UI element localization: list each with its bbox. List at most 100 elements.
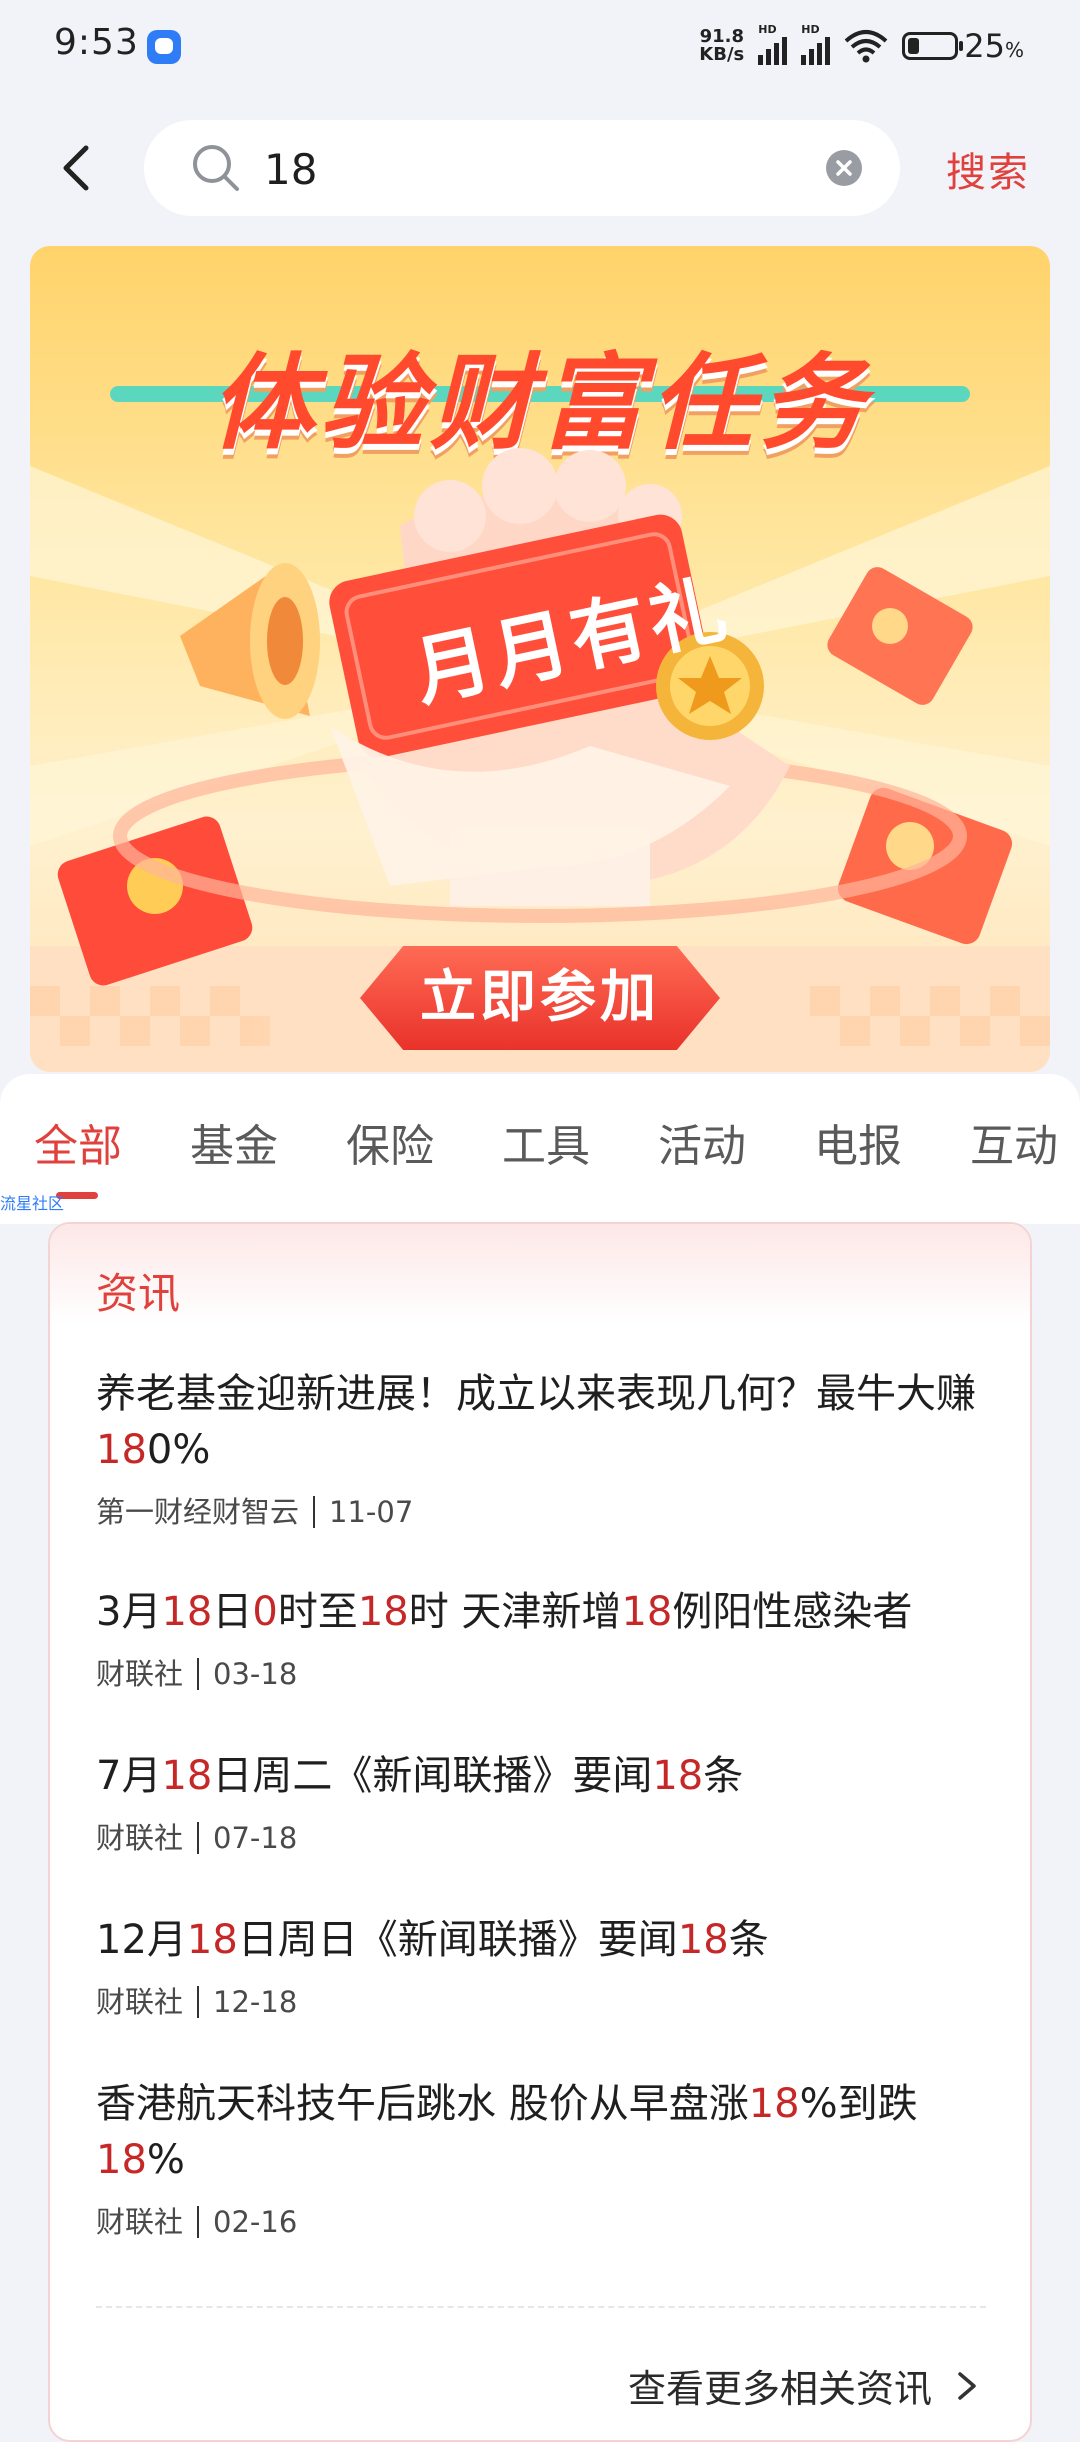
red-envelope-icon	[827, 567, 973, 705]
news-date: 12-18	[213, 1985, 298, 2019]
tab-tools[interactable]: 工具	[502, 1110, 590, 1174]
battery-icon	[902, 32, 964, 60]
news-headline: 香港航天科技午后跳水 股价从早盘涨18%到跌18%	[96, 2076, 996, 2188]
headline-text: %	[146, 2137, 185, 2183]
back-button[interactable]	[50, 140, 106, 196]
news-meta: 财联社 12-18	[96, 1982, 996, 2022]
keyword-highlight: 18	[186, 1917, 238, 1963]
clear-icon[interactable]	[826, 150, 862, 186]
network-speed-unit: KB/s	[699, 44, 745, 65]
tab-list: 全部 基金 保险 工具 活动 电报 互动	[0, 1110, 1080, 1180]
news-headline: 3月18日0时至18时 天津新增18例阳性感染者	[96, 1584, 996, 1640]
headline-text: 条	[703, 1753, 744, 1799]
signal-hd-label: HD	[758, 23, 777, 36]
chevron-left-icon	[63, 145, 89, 191]
signal-hd-label: HD	[801, 23, 820, 36]
tab-telegraph[interactable]: 电报	[814, 1110, 902, 1174]
meta-separator	[313, 1496, 316, 1528]
battery-level-fill	[908, 38, 920, 54]
wifi-icon	[844, 30, 888, 63]
watermark-text: 流星社区	[0, 1194, 65, 1213]
tab-activities[interactable]: 活动	[658, 1110, 746, 1174]
news-item[interactable]: 香港航天科技午后跳水 股价从早盘涨18%到跌18% 财联社 02-16	[96, 2076, 996, 2242]
news-item[interactable]: 3月18日0时至18时 天津新增18例阳性感染者 财联社 03-18	[96, 1584, 996, 1694]
news-meta: 财联社 03-18	[96, 1654, 996, 1694]
news-source: 财联社	[96, 1821, 184, 1855]
meta-separator	[197, 1658, 200, 1690]
signal-strength-icon: HD	[758, 23, 788, 65]
news-item[interactable]: 养老基金迎新进展！成立以来表现几何？最牛大赚 180% 第一财经财智云 11-07	[96, 1366, 996, 1532]
keyword-highlight: 18	[96, 1427, 147, 1473]
signal-strength-icon: HD	[801, 23, 831, 65]
news-headline: 7月18日周二《新闻联播》要闻18条	[96, 1748, 996, 1804]
news-source: 财联社	[96, 2205, 184, 2239]
news-date: 07-18	[213, 1821, 298, 1855]
news-section-card: 资讯 养老基金迎新进展！成立以来表现几何？最牛大赚180% 第一财经财智云 11…	[48, 1222, 1032, 2442]
keyword-highlight: 18	[161, 1753, 213, 1799]
search-icon	[193, 145, 239, 191]
headline-text: 12月	[96, 1917, 187, 1963]
news-date: 02-16	[213, 2205, 298, 2239]
headline-text: 时至	[277, 1589, 358, 1635]
headline-text: 日周日《新闻联播》要闻	[237, 1917, 678, 1963]
tab-all[interactable]: 全部	[34, 1110, 122, 1174]
meta-separator	[197, 1822, 200, 1854]
keyword-highlight: 18	[621, 1589, 673, 1635]
headline-text: 日周二《新闻联播》要闻	[212, 1753, 653, 1799]
battery-percent: 25%	[964, 27, 1024, 65]
megaphone-icon	[180, 563, 320, 719]
tab-insurance[interactable]: 保险	[346, 1110, 434, 1174]
meta-separator	[197, 2206, 200, 2238]
search-button[interactable]: 搜索	[946, 140, 1030, 198]
headline-text: 0%	[146, 1427, 211, 1473]
more-news-label: 查看更多相关资讯	[627, 2367, 932, 2411]
headline-text: %到跌	[799, 2081, 918, 2127]
tab-funds[interactable]: 基金	[190, 1110, 278, 1174]
news-card-header	[50, 1224, 1030, 1324]
search-box[interactable]	[144, 120, 900, 216]
keyword-highlight: 18	[677, 1917, 729, 1963]
red-envelope-icon	[57, 816, 253, 986]
promo-banner[interactable]: 体验财富任务 月月有礼 立即参加	[30, 246, 1050, 1072]
keyword-highlight: 18	[357, 1589, 409, 1635]
headline-text: 时 天津新增	[408, 1589, 622, 1635]
keyword-highlight: 18	[652, 1753, 704, 1799]
news-headline: 12月18日周日《新闻联播》要闻18条	[96, 1912, 996, 1968]
headline-text: 香港航天科技午后跳水 股价从早盘涨	[96, 2081, 749, 2127]
network-speed: 91.8 KB/s	[699, 28, 744, 64]
keyword-highlight: 18	[748, 2081, 800, 2127]
headline-text: 日	[212, 1589, 253, 1635]
news-date: 03-18	[213, 1657, 298, 1691]
meta-separator	[197, 1986, 200, 2018]
search-header: 搜索	[0, 118, 1080, 218]
headline-text: 养老基金迎新进展！成立以来表现几何？最牛大赚	[96, 1371, 976, 1417]
news-section-title: 资讯	[96, 1269, 181, 1318]
battery-indicator: 25%	[902, 27, 1024, 65]
news-item[interactable]: 7月18日周二《新闻联播》要闻18条 财联社 07-18	[96, 1748, 996, 1858]
status-bar: 9:53 91.8 KB/s HD HD 25%	[0, 0, 1080, 92]
headline-text: 例阳性感染者	[672, 1589, 913, 1635]
card-divider	[96, 2306, 986, 2308]
search-input[interactable]	[262, 134, 826, 204]
join-now-button[interactable]: 立即参加	[360, 946, 720, 1050]
headline-text: 3月	[96, 1589, 162, 1635]
message-notification-icon	[147, 30, 181, 64]
headline-text: 条	[728, 1917, 769, 1963]
news-meta: 第一财经财智云 11-07	[96, 1492, 996, 1532]
status-time: 9:53	[54, 22, 139, 63]
news-source: 第一财经财智云	[96, 1495, 300, 1529]
headline-text: 7月	[96, 1753, 162, 1799]
category-tabs: 全部 基金 保险 工具 活动 电报 互动 流星社区	[0, 1074, 1080, 1224]
news-source: 财联社	[96, 1657, 184, 1691]
news-meta: 财联社 02-16	[96, 2202, 996, 2242]
keyword-highlight: 18	[161, 1589, 213, 1635]
news-meta: 财联社 07-18	[96, 1818, 996, 1858]
more-news-link[interactable]: 查看更多相关资讯	[628, 2358, 980, 2413]
tab-interaction[interactable]: 互动	[970, 1110, 1058, 1174]
news-date: 11-07	[329, 1495, 414, 1529]
keyword-highlight: 0	[252, 1589, 278, 1635]
news-source: 财联社	[96, 1985, 184, 2019]
news-headline: 养老基金迎新进展！成立以来表现几何？最牛大赚 180%	[96, 1366, 996, 1478]
news-item[interactable]: 12月18日周日《新闻联播》要闻18条 财联社 12-18	[96, 1912, 996, 2022]
keyword-highlight: 18	[96, 2137, 147, 2183]
